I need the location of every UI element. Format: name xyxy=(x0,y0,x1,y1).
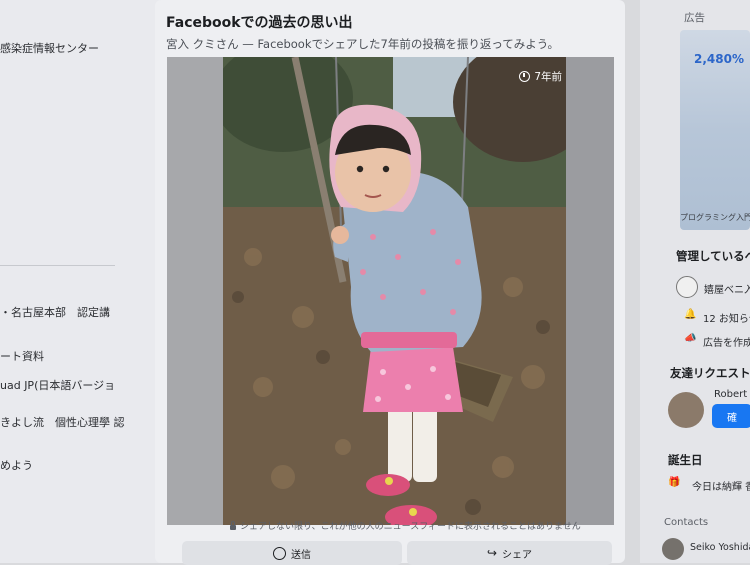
shortcut-item[interactable]: めよう xyxy=(0,457,33,473)
send-label: 送信 xyxy=(291,549,311,561)
memory-subtitle: 宮入 クミさん — Facebookでシェアした7年前の投稿を振り返ってみよう。 xyxy=(166,37,560,51)
shortcut-item[interactable]: ・名古屋本部 認定講 xyxy=(0,304,110,320)
birthdays-header: 誕生日 xyxy=(668,453,703,467)
confirm-label: 確 xyxy=(727,412,737,424)
shortcut-item[interactable]: きよし流 個性心理學 認 xyxy=(0,414,125,430)
shortcut-item[interactable]: 感染症情報センター xyxy=(0,40,99,56)
page-name[interactable]: 嬉屋べニ入 xyxy=(704,281,750,296)
friend-requests-header: 友達リクエスト xyxy=(670,366,750,380)
send-button[interactable]: 送信 xyxy=(182,541,402,565)
share-label: シェア xyxy=(502,549,533,561)
shortcut-item[interactable]: uad JP(日本語バージョ xyxy=(0,377,115,393)
privacy-text: シェアしない限り、これが他の人のニュースフィードに表示されることはありません xyxy=(240,522,581,532)
request-avatar[interactable] xyxy=(668,392,704,428)
privacy-note: シェアしない限り、これが他の人のニュースフィードに表示されることはありません xyxy=(230,519,581,532)
lock-icon xyxy=(230,520,236,530)
page-avatar[interactable] xyxy=(676,276,698,298)
time-ago-badge: 7年前 xyxy=(519,69,562,84)
share-icon: ↪ xyxy=(486,546,498,560)
gift-icon: 🎁 xyxy=(668,477,681,488)
share-button[interactable]: ↪ シェア xyxy=(407,541,612,565)
confirm-request-button[interactable]: 確 xyxy=(712,404,750,428)
contacts-header: Contacts xyxy=(664,517,709,528)
shortcut-item[interactable]: ート資料 xyxy=(0,348,44,364)
ad-price: 2,480% xyxy=(694,52,744,66)
birthday-text[interactable]: 今日は納輝 香 xyxy=(692,478,750,493)
ads-header: 広告 xyxy=(684,12,705,24)
pages-header: 管理しているペ xyxy=(676,249,750,263)
memory-photo-frame[interactable]: 7年前 xyxy=(167,57,614,525)
photo-letterbox xyxy=(566,57,614,525)
left-sidebar: 感染症情報センター ・名古屋本部 認定講 ート資料 uad JP(日本語バージョ… xyxy=(0,0,161,563)
ad-caption[interactable]: プログラミング入門 xyxy=(680,212,750,223)
memory-title: Facebookでの過去の思い出 xyxy=(166,15,353,31)
contact-name[interactable]: Seiko Yoshida xyxy=(690,542,750,553)
sidebar-divider xyxy=(0,265,115,266)
photo-illustration xyxy=(223,57,566,525)
create-ad-link[interactable]: 広告を作成 xyxy=(703,334,750,349)
notifications-link[interactable]: 12 お知らせ xyxy=(703,310,750,325)
request-name[interactable]: Robert A xyxy=(714,389,750,400)
bell-icon: 🔔 xyxy=(684,309,697,320)
clock-icon xyxy=(519,71,531,82)
time-ago-text: 7年前 xyxy=(534,71,562,83)
megaphone-icon: 📣 xyxy=(684,333,697,344)
messenger-icon xyxy=(273,546,286,560)
contact-avatar[interactable] xyxy=(662,538,684,560)
memory-photo[interactable] xyxy=(223,57,566,525)
